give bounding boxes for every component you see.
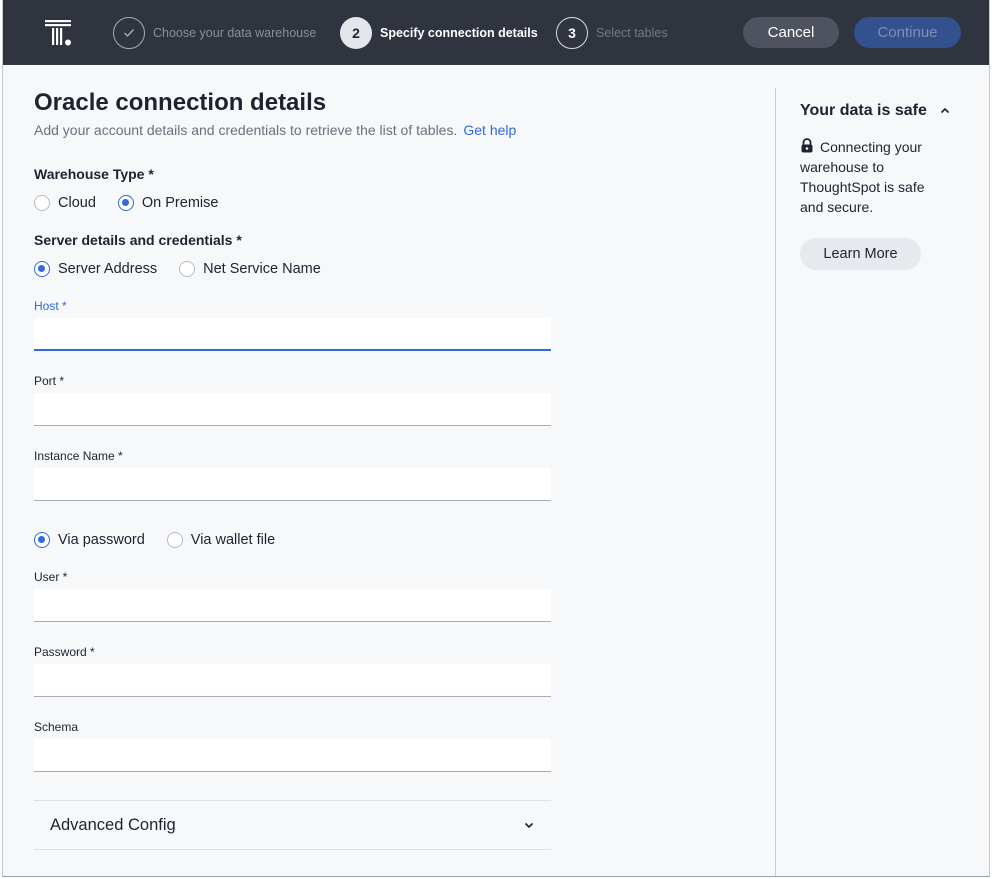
password-label: Password *	[34, 645, 95, 659]
host-input[interactable]	[34, 318, 551, 351]
step-2-label: Specify connection details	[380, 25, 538, 40]
schema-input[interactable]	[34, 739, 551, 772]
server-details-radio-group: Server Address Net Service Name	[34, 261, 343, 277]
radio-via-password-label: Via password	[58, 532, 145, 548]
password-input[interactable]	[34, 664, 551, 697]
radio-cloud-label: Cloud	[58, 195, 96, 211]
radio-via-wallet-file-label: Via wallet file	[190, 532, 276, 548]
step-2-indicator: 2	[340, 16, 372, 49]
auth-method-radio-group: Via password Via wallet file	[34, 532, 297, 548]
user-input[interactable]	[34, 589, 551, 622]
thoughtspot-logo-icon	[45, 20, 71, 46]
radio-on-premise-label: On Premise	[141, 195, 219, 211]
learn-more-button[interactable]: Learn More	[800, 238, 921, 270]
instance-name-label: Instance Name *	[34, 449, 123, 463]
radio-via-password[interactable]: Via password	[34, 532, 145, 548]
get-help-link[interactable]: Get help	[463, 122, 516, 138]
radio-on-premise-indicator[interactable]	[117, 195, 134, 211]
data-safe-toggle[interactable]: Your data is safe	[800, 102, 951, 120]
warehouse-type-label: Warehouse Type *	[34, 166, 154, 182]
step-connection-details[interactable]: 2 Specify connection details	[340, 16, 538, 49]
step-3-label: Select tables	[596, 25, 668, 40]
advanced-config-label: Advanced Config	[50, 815, 176, 834]
radio-server-address-label: Server Address	[58, 261, 158, 277]
side-panel-title: Your data is safe	[800, 102, 927, 119]
radio-via-password-indicator[interactable]	[34, 532, 50, 548]
step-1-indicator	[113, 16, 145, 49]
wizard-header: Choose your data warehouse 2 Specify con…	[3, 0, 989, 65]
warehouse-type-radio-group: Cloud On Premise	[34, 195, 240, 211]
user-label: User *	[34, 570, 68, 584]
chevron-up-icon[interactable]	[939, 105, 951, 117]
radio-server-address-indicator[interactable]	[34, 261, 50, 277]
continue-button[interactable]: Continue	[854, 17, 961, 48]
advanced-config-toggle[interactable]: Advanced Config	[34, 801, 551, 849]
cancel-button[interactable]: Cancel	[743, 17, 839, 48]
schema-label: Schema	[34, 720, 79, 734]
step-1-label: Choose your data warehouse	[153, 25, 317, 40]
instance-name-input[interactable]	[34, 468, 551, 501]
radio-net-service-name-label: Net Service Name	[203, 261, 321, 277]
advanced-config-bottom-divider	[34, 849, 551, 850]
port-label: Port *	[34, 374, 65, 388]
check-icon	[124, 28, 135, 37]
radio-via-wallet-file-indicator[interactable]	[166, 532, 183, 548]
radio-cloud[interactable]: Cloud	[34, 195, 96, 211]
radio-net-service-name-indicator[interactable]	[179, 261, 196, 277]
radio-on-premise[interactable]: On Premise	[117, 195, 219, 211]
port-input[interactable]	[34, 393, 551, 426]
side-panel-text: Connecting your warehouse to ThoughtSpot…	[800, 139, 925, 215]
step-choose-warehouse[interactable]: Choose your data warehouse	[113, 16, 316, 49]
radio-via-wallet-file[interactable]: Via wallet file	[166, 532, 276, 548]
side-panel-body: Connecting your warehouse to ThoughtSpot…	[800, 137, 950, 217]
radio-server-address[interactable]: Server Address	[34, 261, 157, 277]
connection-wizard: Choose your data warehouse 2 Specify con…	[2, 0, 990, 877]
step-select-tables[interactable]: 3 Select tables	[556, 16, 668, 49]
server-details-label: Server details and credentials *	[34, 232, 242, 248]
radio-net-service-name[interactable]: Net Service Name	[179, 261, 321, 277]
lock-icon	[801, 138, 813, 153]
radio-cloud-indicator[interactable]	[34, 195, 50, 211]
step-3-indicator: 3	[556, 16, 588, 49]
side-panel-divider	[775, 88, 776, 876]
page-title: Oracle connection details	[34, 89, 327, 116]
chevron-down-icon[interactable]	[523, 819, 535, 831]
host-label: Host *	[34, 299, 67, 313]
subtitle-text: Add your account details and credentials…	[34, 122, 458, 138]
page-subtitle: Add your account details and credentials…	[34, 122, 516, 138]
